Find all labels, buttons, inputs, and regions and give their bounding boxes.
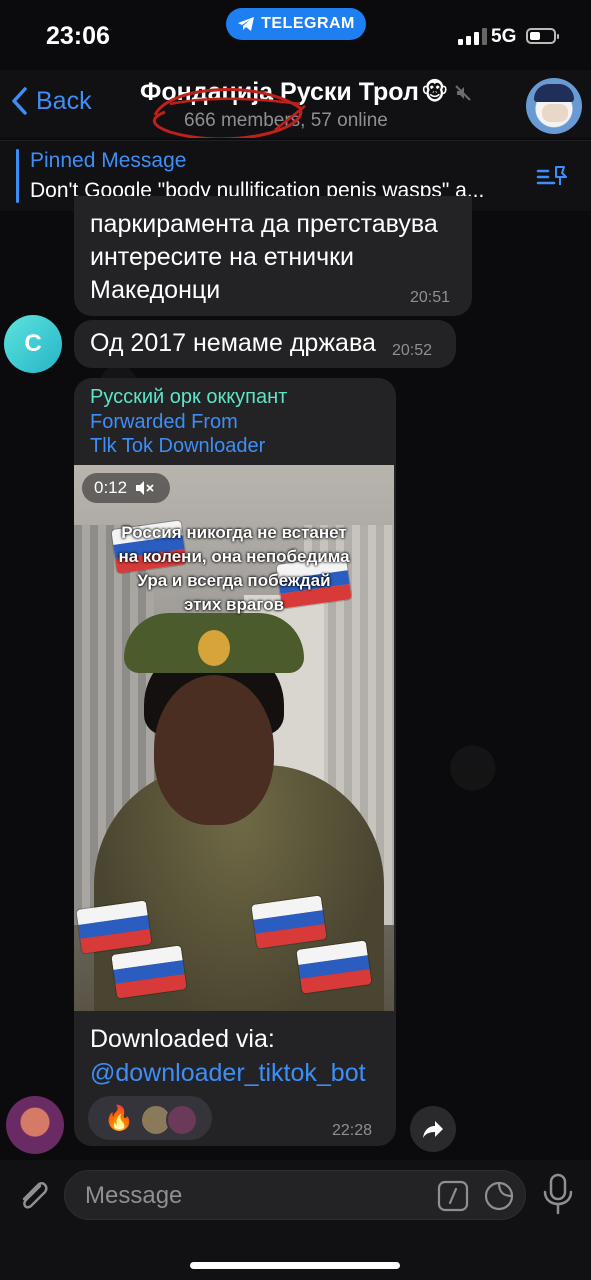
avatar-face [542,104,568,122]
composer-bar [0,1160,591,1280]
pinned-title: Pinned Message [30,149,187,172]
reactor-avatar [166,1104,198,1136]
battery-icon [526,28,559,44]
avatar-letter: C [24,330,42,357]
share-arrow-icon [423,1121,443,1138]
status-bar: 23:06 TELEGRAM 5G [0,0,591,70]
microphone-icon[interactable] [540,1172,576,1216]
message-line: интересите на етнички [90,243,355,271]
share-button[interactable] [410,1106,456,1152]
member-count: 666 members, 57 online [184,110,388,131]
chevron-left-icon [12,87,27,115]
chat-header: Back Фондација Руски Трол🐵 666 members, … [0,70,591,138]
message-time: 20:52 [392,342,433,359]
video-person-face [154,675,274,825]
video-caption-line: этих врагов [183,595,285,614]
sender-name[interactable]: Русский орк оккупант [90,386,287,409]
video-caption-line: Ура и всегда побеждай [137,571,331,590]
speaker-muted-icon [136,481,154,495]
paperclip-icon[interactable] [14,1174,50,1214]
home-indicator [190,1262,400,1269]
video-player[interactable]: Россия никогда не встанет на колени, она… [74,465,394,1011]
message-field[interactable] [64,1170,526,1220]
chat-title-text: Фондација Руски Трол [140,78,419,106]
video-beret-badge [198,630,230,666]
telegram-pill-label: TELEGRAM [261,15,355,32]
video-duration: 0:12 [94,478,128,497]
video-caption-line: Россия никогда не встанет [121,523,347,542]
telegram-icon [238,17,255,31]
message-body: Downloaded via: [90,1025,275,1053]
signal-icon [458,27,487,45]
sticker-icon[interactable] [483,1180,515,1212]
avatar-cap [534,84,574,102]
fire-reaction-emoji: 🔥 [104,1105,134,1132]
sender-avatar[interactable]: C [4,315,62,373]
commands-icon[interactable] [437,1180,469,1212]
muted-icon [455,85,471,101]
pinned-list-icon[interactable] [534,163,570,191]
video-caption: Россия никогда не встанет на колени, она… [74,521,394,617]
message-input[interactable] [83,1179,427,1213]
sender-avatar[interactable] [6,1096,64,1154]
message-text: Од 2017 немаме држава [90,329,376,357]
video-caption-line: на колени, она непобедима [118,547,350,566]
message-time: 20:51 [410,289,451,306]
monkey-emoji: 🐵 [420,79,449,106]
telegram-return-pill[interactable]: TELEGRAM [226,8,366,40]
group-avatar[interactable] [526,78,582,134]
message-time: 22:28 [332,1122,373,1139]
message-line: Македонци [90,276,221,304]
forwarded-source[interactable]: Tlk Tok Downloader [90,435,265,458]
pinned-accent-bar [16,149,19,203]
chat-title[interactable]: Фондација Руски Трол🐵 [140,78,449,107]
forwarded-label: Forwarded From [90,411,238,433]
bot-link[interactable]: @downloader_tiktok_bot [90,1056,366,1090]
back-label: Back [36,86,92,115]
back-button[interactable]: Back [10,86,92,116]
video-duration-pill[interactable]: 0:12 [82,473,170,503]
message-line: паркирамента да претставува [90,210,438,238]
status-time: 23:06 [46,22,110,50]
network-label: 5G [491,26,517,47]
